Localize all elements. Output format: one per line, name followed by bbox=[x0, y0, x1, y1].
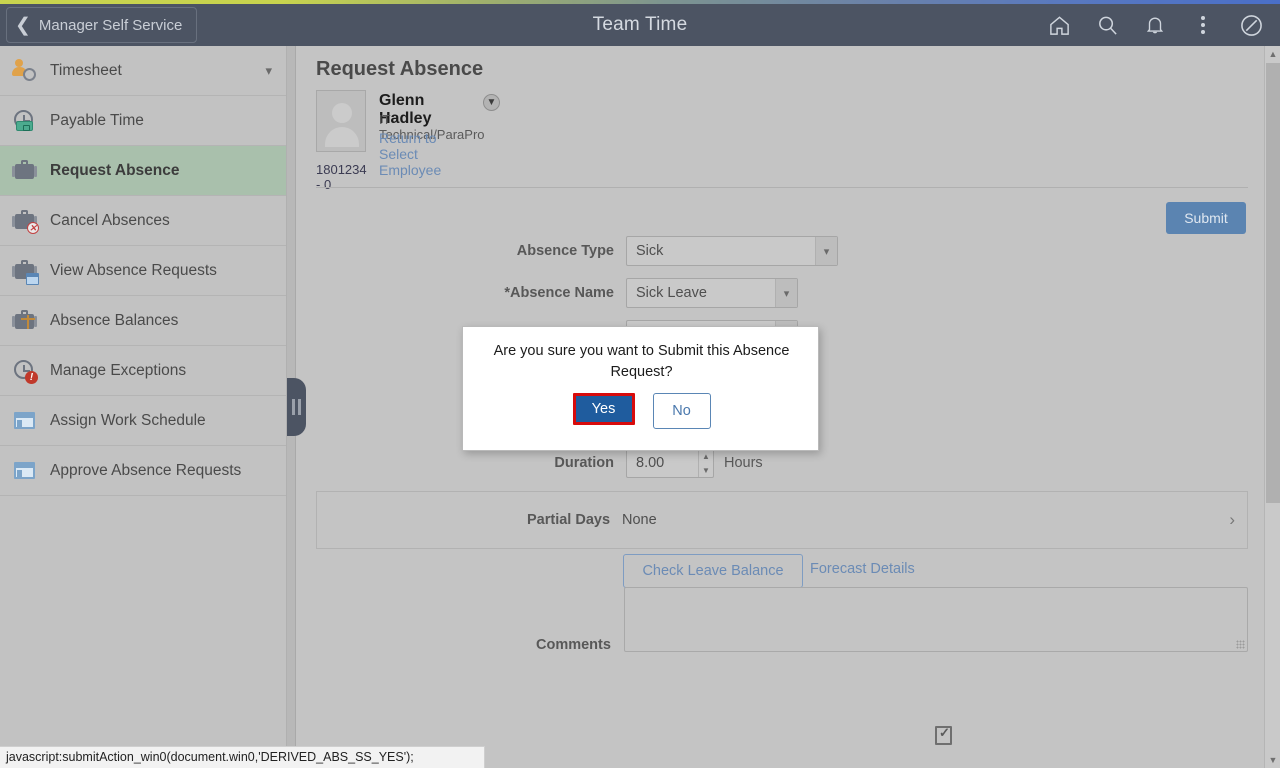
window-panel-icon bbox=[12, 458, 38, 484]
dialog-button-row: Yes No bbox=[463, 393, 820, 429]
sidebar-item-cancel-absences[interactable]: ✕ Cancel Absences bbox=[0, 196, 286, 246]
related-actions-chevron-icon[interactable]: ▼ bbox=[483, 94, 500, 111]
home-icon[interactable] bbox=[1046, 12, 1072, 38]
submit-button[interactable]: Submit bbox=[1166, 202, 1246, 234]
comments-textarea[interactable] bbox=[624, 587, 1248, 652]
left-navigation-sidebar: Timesheet ▾ Payable Time Request Absence… bbox=[0, 46, 287, 768]
window-panel-icon bbox=[12, 408, 38, 434]
chevron-right-icon[interactable]: › bbox=[1229, 510, 1235, 530]
dialog-message: Are you sure you want to Submit this Abs… bbox=[493, 343, 790, 380]
absence-name-value: Sick Leave bbox=[636, 285, 707, 301]
comments-label: Comments bbox=[536, 637, 611, 653]
browser-status-bar: javascript:submitAction_win0(document.wi… bbox=[0, 746, 485, 768]
header-icon-group bbox=[1046, 4, 1274, 46]
resize-grip-icon[interactable] bbox=[1236, 640, 1245, 649]
briefcase-cancel-icon: ✕ bbox=[12, 208, 39, 234]
absence-type-value: Sick bbox=[636, 243, 664, 259]
scroll-down-arrow-icon[interactable]: ▼ bbox=[1265, 752, 1280, 768]
briefcase-scale-icon bbox=[12, 308, 38, 334]
field-row-duration: Duration 8.00 ▲ ▼ Hours bbox=[296, 448, 1156, 478]
briefcase-icon bbox=[12, 158, 38, 184]
person-clock-icon bbox=[12, 58, 38, 84]
sidebar-item-timesheet[interactable]: Timesheet ▾ bbox=[0, 46, 286, 96]
chevron-down-icon[interactable]: ▾ bbox=[265, 63, 272, 79]
absence-type-dropdown[interactable]: Sick ▾ bbox=[626, 236, 838, 266]
sidebar-item-request-absence[interactable]: Request Absence bbox=[0, 146, 286, 196]
field-row-absence-type: Absence Type Sick ▾ bbox=[296, 236, 1156, 266]
scrollbar-thumb[interactable] bbox=[1266, 63, 1280, 503]
return-to-select-employee-link[interactable]: Return to Select Employee bbox=[379, 130, 441, 178]
save-for-later-checkbox-icon[interactable] bbox=[935, 725, 952, 745]
partial-days-label: Partial Days bbox=[527, 512, 611, 528]
sidebar-item-label: View Absence Requests bbox=[50, 261, 217, 279]
dialog-no-button[interactable]: No bbox=[652, 393, 711, 429]
collapse-pause-handle-icon[interactable] bbox=[287, 378, 306, 436]
sidebar-item-payable-time[interactable]: Payable Time bbox=[0, 96, 286, 146]
confirm-submit-dialog: Are you sure you want to Submit this Abs… bbox=[462, 326, 819, 451]
duration-stepper[interactable]: ▲ ▼ bbox=[698, 449, 713, 477]
sidebar-item-label: Timesheet bbox=[50, 61, 122, 79]
duration-input[interactable]: 8.00 ▲ ▼ bbox=[626, 448, 714, 478]
scroll-up-arrow-icon[interactable]: ▲ bbox=[1265, 46, 1280, 62]
page-loading-bar bbox=[0, 0, 1280, 4]
sidebar-item-label: Cancel Absences bbox=[50, 211, 170, 229]
chevron-left-icon: ❮ bbox=[15, 14, 31, 36]
back-to-manager-self-service-button[interactable]: ❮ Manager Self Service bbox=[6, 7, 198, 43]
sidebar-item-assign-work-schedule[interactable]: Assign Work Schedule bbox=[0, 396, 286, 446]
header-divider bbox=[316, 187, 1248, 188]
partial-days-row[interactable]: Partial Days None › bbox=[316, 491, 1248, 549]
sidebar-item-label: Request Absence bbox=[50, 161, 180, 179]
sidebar-item-label: Absence Balances bbox=[50, 311, 179, 329]
sidebar-item-approve-absence-requests[interactable]: Approve Absence Requests bbox=[0, 446, 286, 496]
page-title: Request Absence bbox=[316, 58, 484, 80]
sidebar-item-absence-balances[interactable]: Absence Balances bbox=[0, 296, 286, 346]
sidebar-item-label: Approve Absence Requests bbox=[50, 461, 242, 479]
sidebar-item-label: Assign Work Schedule bbox=[50, 411, 206, 429]
chevron-down-icon[interactable]: ▾ bbox=[815, 237, 837, 265]
app-header: ❮ Manager Self Service Team Time bbox=[0, 4, 1280, 46]
duration-value: 8.00 bbox=[636, 455, 665, 471]
sidebar-item-label: Payable Time bbox=[50, 111, 144, 129]
chevron-down-icon[interactable]: ▾ bbox=[775, 279, 797, 307]
field-row-absence-name: *Absence Name Sick Leave ▾ bbox=[296, 278, 1156, 308]
duration-unit-label: Hours bbox=[724, 455, 763, 471]
forecast-details-link[interactable]: Forecast Details bbox=[810, 561, 915, 577]
dialog-yes-button[interactable]: Yes bbox=[572, 393, 635, 425]
check-leave-balance-button[interactable]: Check Leave Balance bbox=[623, 554, 803, 588]
back-button-label: Manager Self Service bbox=[38, 16, 183, 34]
employee-avatar-placeholder-icon bbox=[316, 90, 366, 152]
sidebar-item-view-absence-requests[interactable]: View Absence Requests bbox=[0, 246, 286, 296]
absence-name-dropdown[interactable]: Sick Leave ▾ bbox=[626, 278, 798, 308]
absence-type-label: Absence Type bbox=[516, 243, 614, 259]
search-icon[interactable] bbox=[1094, 12, 1120, 38]
page-vertical-scrollbar[interactable]: ▲ ▼ bbox=[1264, 46, 1280, 768]
sidebar-item-label: Manage Exceptions bbox=[50, 361, 187, 379]
duration-label: Duration bbox=[554, 455, 614, 471]
briefcase-calendar-icon bbox=[12, 258, 39, 285]
sidebar-item-manage-exceptions[interactable]: ! Manage Exceptions bbox=[0, 346, 286, 396]
clock-money-icon bbox=[12, 108, 38, 134]
partial-days-value: None bbox=[622, 512, 657, 528]
clock-alert-icon: ! bbox=[12, 358, 38, 384]
navbar-compass-icon[interactable] bbox=[1238, 12, 1264, 38]
absence-name-label: *Absence Name bbox=[504, 285, 614, 301]
notifications-bell-icon[interactable] bbox=[1142, 12, 1168, 38]
actions-more-icon[interactable] bbox=[1190, 12, 1216, 38]
